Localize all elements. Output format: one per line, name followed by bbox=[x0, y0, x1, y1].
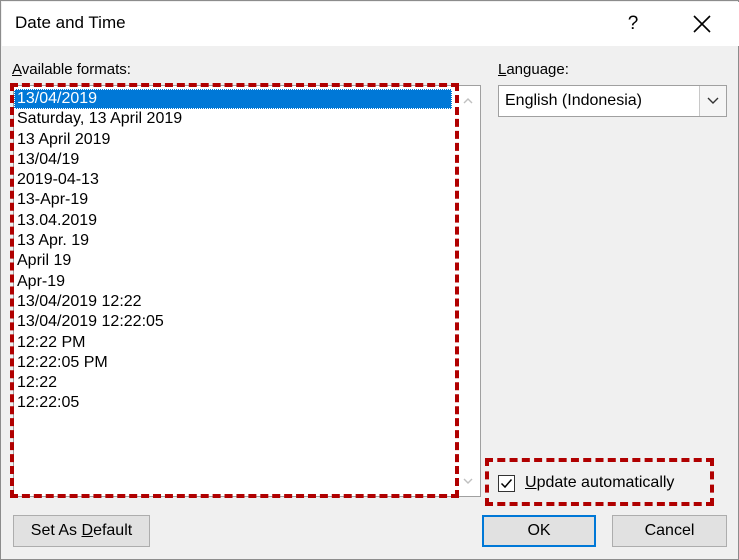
update-automatically-label: Update automatically bbox=[525, 474, 674, 492]
cancel-button[interactable]: Cancel bbox=[612, 515, 727, 547]
help-button[interactable]: ? bbox=[614, 8, 652, 40]
format-list-item[interactable]: 12:22:05 PM bbox=[14, 353, 452, 373]
language-label-text: anguage: bbox=[506, 61, 569, 78]
format-list-item[interactable]: 2019-04-13 bbox=[14, 170, 452, 190]
ok-button[interactable]: OK bbox=[482, 515, 596, 547]
format-list-item[interactable]: 13/04/19 bbox=[14, 150, 452, 170]
format-list-item[interactable]: 13/04/2019 bbox=[14, 89, 452, 110]
formats-scrollbar[interactable] bbox=[457, 86, 480, 496]
format-list-item[interactable]: 13-Apr-19 bbox=[14, 190, 452, 210]
set-as-default-text-b: efault bbox=[93, 522, 133, 539]
format-list-item[interactable]: 12:22:05 bbox=[14, 393, 452, 413]
format-list-item[interactable]: 13 April 2019 bbox=[14, 130, 452, 150]
available-formats-accelerator: A bbox=[12, 61, 22, 78]
language-select[interactable]: English (Indonesia) bbox=[498, 85, 727, 117]
format-list-item[interactable]: 13.04.2019 bbox=[14, 211, 452, 231]
update-automatically-label-text: pdate automatically bbox=[536, 474, 675, 491]
format-list-item[interactable]: April 19 bbox=[14, 251, 452, 271]
close-icon bbox=[693, 15, 711, 33]
dialog-title: Date and Time bbox=[15, 13, 126, 32]
checkmark-icon bbox=[500, 479, 513, 489]
scroll-up-icon[interactable] bbox=[461, 94, 475, 108]
available-formats-label: Available formats: bbox=[12, 61, 131, 78]
close-button[interactable] bbox=[682, 8, 722, 40]
set-as-default-accelerator: D bbox=[81, 522, 94, 539]
format-list-item[interactable]: 12:22 bbox=[14, 373, 452, 393]
chevron-down-icon bbox=[707, 97, 719, 104]
format-list-item[interactable]: 13/04/2019 12:22 bbox=[14, 292, 452, 312]
language-dropdown-button[interactable] bbox=[699, 86, 726, 116]
formats-list-items: 13/04/2019 Saturday, 13 April 2019 13 Apri… bbox=[14, 89, 452, 414]
language-label: Language: bbox=[498, 61, 569, 78]
format-list-item[interactable]: 13 Apr. 19 bbox=[14, 231, 452, 251]
set-as-default-button[interactable]: Set As Default bbox=[13, 515, 150, 547]
format-list-item[interactable]: 13/04/2019 12:22:05 bbox=[14, 312, 452, 332]
set-as-default-text-a: Set As bbox=[30, 522, 82, 539]
available-formats-label-text: vailable formats: bbox=[21, 61, 131, 78]
update-automatically-accelerator: U bbox=[525, 474, 537, 491]
title-bar: Date and Time ? bbox=[2, 2, 739, 46]
date-and-time-dialog: Date and Time ? Available formats: 13/04… bbox=[0, 0, 739, 560]
scroll-down-icon[interactable] bbox=[461, 474, 475, 488]
format-list-item[interactable]: Apr-19 bbox=[14, 272, 452, 292]
formats-list[interactable]: 13/04/2019 Saturday, 13 April 2019 13 Apri… bbox=[13, 85, 481, 497]
update-automatically-checkbox[interactable] bbox=[498, 475, 515, 492]
language-value: English (Indonesia) bbox=[505, 92, 642, 109]
format-list-item[interactable]: Saturday, 13 April 2019 bbox=[14, 109, 452, 129]
format-list-item[interactable]: 12:22 PM bbox=[14, 333, 452, 353]
